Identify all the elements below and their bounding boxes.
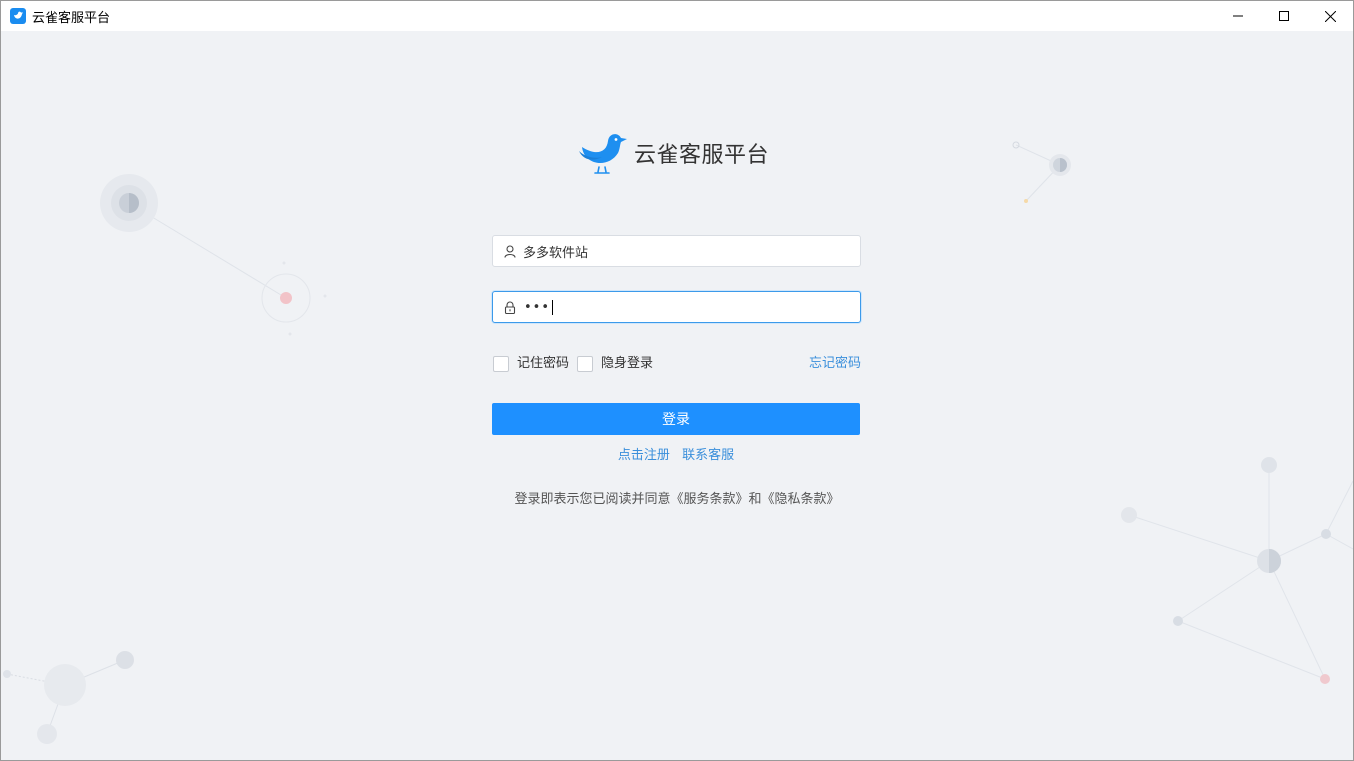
close-button[interactable] — [1307, 1, 1353, 31]
terms-agreement-text: 登录即表示您已阅读并同意《服务条款》和《隐私条款》 — [514, 492, 840, 507]
app-bird-icon — [10, 8, 26, 24]
password-field[interactable]: ••• — [492, 291, 861, 323]
bird-logo-icon — [579, 134, 627, 174]
invisible-login-checkbox[interactable] — [577, 356, 593, 372]
register-link[interactable]: 点击注册 — [618, 448, 670, 463]
contact-support-link[interactable]: 联系客服 — [682, 448, 734, 463]
forgot-password-link[interactable]: 忘记密码 — [809, 355, 861, 373]
minimize-button[interactable] — [1215, 1, 1261, 31]
maximize-button[interactable] — [1261, 1, 1307, 31]
app-window: 云雀客服平台 云雀客服平台 多多软件站 ••• 记住密码 隐身登录 忘记密码 登… — [0, 0, 1354, 761]
brand-name: 云雀客服平台 — [634, 143, 770, 168]
password-masked-value: ••• — [524, 299, 551, 315]
username-value: 多多软件站 — [523, 245, 589, 261]
username-field[interactable]: 多多软件站 — [492, 235, 861, 267]
login-options: 记住密码 隐身登录 忘记密码 — [492, 355, 861, 375]
auxiliary-links: 点击注册 联系客服 — [492, 447, 860, 465]
minimize-icon — [1233, 15, 1243, 17]
user-icon — [504, 244, 518, 258]
remember-password-label[interactable]: 记住密码 — [517, 355, 569, 373]
window-controls — [1215, 1, 1353, 31]
lock-icon — [504, 300, 518, 314]
maximize-icon — [1279, 11, 1289, 21]
close-icon — [1324, 10, 1336, 22]
login-button[interactable]: 登录 — [492, 403, 860, 435]
window-title: 云雀客服平台 — [32, 10, 111, 26]
invisible-login-label[interactable]: 隐身登录 — [601, 355, 653, 373]
title-bar: 云雀客服平台 — [1, 1, 1353, 31]
brand-logo: 云雀客服平台 — [578, 131, 769, 175]
remember-password-checkbox[interactable] — [493, 356, 509, 372]
text-caret — [552, 299, 554, 315]
